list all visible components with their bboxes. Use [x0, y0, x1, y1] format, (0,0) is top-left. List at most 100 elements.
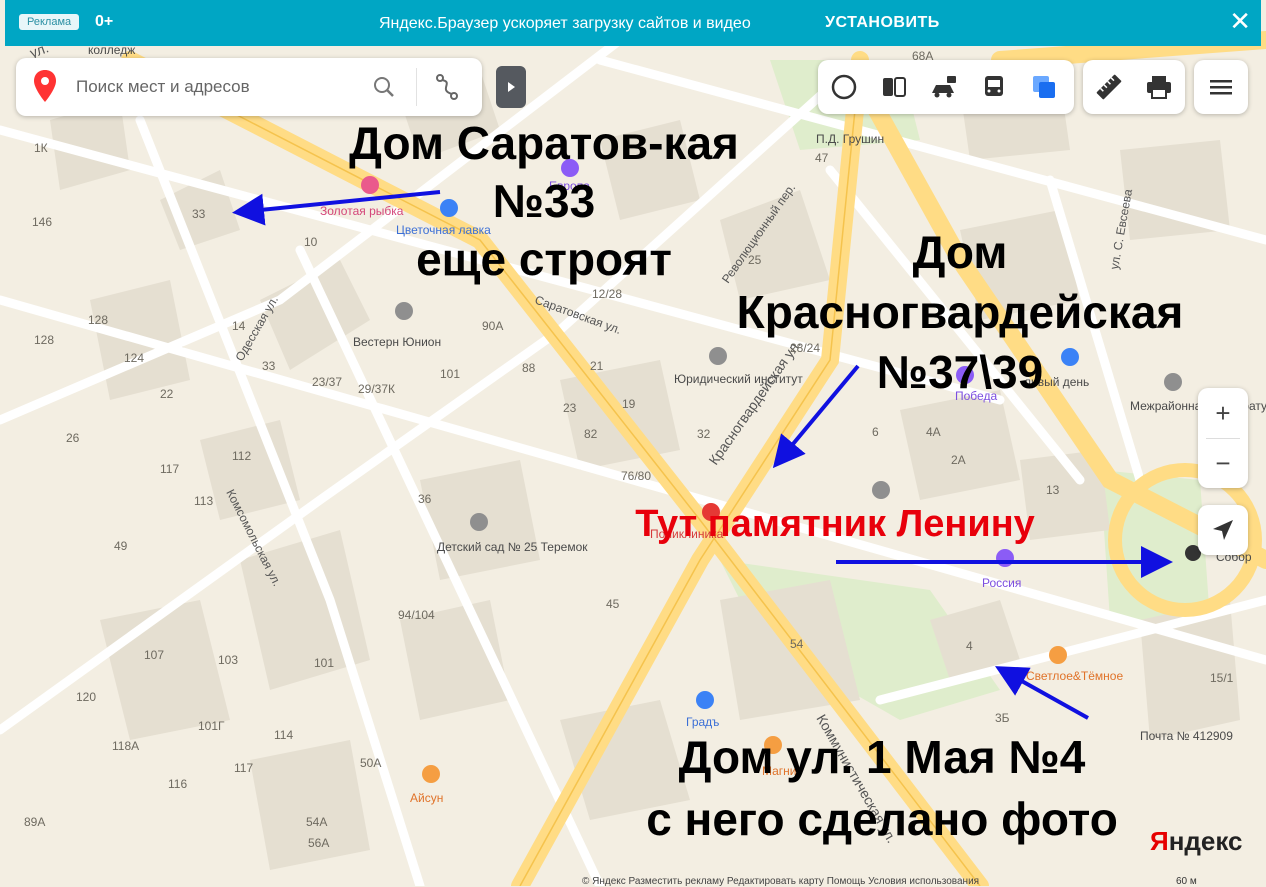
house-number: 49	[114, 539, 128, 553]
house-number: 117	[234, 761, 253, 775]
house-number: 26	[66, 431, 80, 445]
house-number: 128	[88, 313, 108, 327]
house-number: 29/37К	[358, 382, 395, 396]
house-number: 128	[34, 333, 54, 347]
house-number: 21	[590, 359, 604, 373]
poi-label: П.Д. Грушин	[816, 132, 884, 146]
house-number: 2А	[951, 453, 966, 467]
traffic-camera-icon[interactable]	[930, 73, 958, 101]
poi-label: Светлое&Тёмное	[1026, 669, 1123, 683]
annotation-line: №37\39	[876, 346, 1044, 398]
poi-label: Россия	[982, 576, 1021, 590]
annotation-line: Дом	[912, 226, 1008, 278]
annotation-line: Дом Саратов-кая	[349, 117, 739, 169]
scale-bar: 60 м	[1176, 876, 1197, 887]
locate-button[interactable]	[1198, 505, 1248, 555]
transport-icon[interactable]	[880, 73, 908, 101]
yandex-logo[interactable]: Яндекс	[1150, 826, 1243, 857]
house-number: 101Г	[198, 719, 225, 733]
house-number: 116	[168, 777, 187, 791]
search-icon[interactable]	[372, 75, 396, 104]
house-number: 82	[584, 427, 598, 441]
panorama-icon[interactable]	[830, 73, 858, 101]
house-number: 36	[418, 492, 432, 506]
house-number: 14	[232, 319, 246, 333]
house-number: 12/28	[592, 287, 622, 301]
poi-label: Детский сад № 25 Теремок	[437, 540, 588, 554]
house-number: 23/37	[312, 375, 342, 389]
house-number: 90А	[482, 319, 503, 333]
house-number: 15/1	[1210, 671, 1234, 685]
house-number: 50А	[360, 756, 381, 770]
house-number: 47	[815, 151, 829, 165]
annotation-line: с него сделано фото	[646, 793, 1118, 845]
poi-marker[interactable]	[422, 765, 440, 783]
poi-marker[interactable]	[395, 302, 413, 320]
house-number: 1К	[34, 141, 48, 155]
search-input[interactable]: Поиск мест и адресов	[76, 77, 250, 97]
house-number: 103	[218, 653, 238, 667]
separator	[416, 68, 417, 106]
age-rating: 0+	[95, 13, 114, 30]
poi-label: Вестерн Юнион	[353, 335, 441, 349]
poi-marker[interactable]	[872, 481, 890, 499]
map-footer-links[interactable]: © Яндекс Разместить рекламу Редактироват…	[582, 876, 979, 887]
annotation-krasnogvard: Дом Красногвардейская №37\39	[690, 222, 1230, 402]
poi-marker[interactable]	[1049, 646, 1067, 664]
house-number: 54	[790, 637, 804, 651]
annotation-line: Дом ул. 1 Мая №4	[678, 731, 1086, 783]
house-number: 113	[194, 494, 213, 508]
house-number: 56А	[308, 836, 329, 850]
banner-text[interactable]: Яндекс.Браузер ускоряет загрузку сайтов …	[379, 15, 751, 33]
route-icon[interactable]	[434, 73, 460, 106]
print-icon[interactable]	[1145, 73, 1173, 101]
house-number: 22	[160, 387, 174, 401]
house-number: 120	[76, 690, 96, 704]
house-number: 3Б	[995, 711, 1010, 725]
house-number: 19	[622, 397, 636, 411]
house-number: 89А	[24, 815, 45, 829]
ad-tag: Реклама	[19, 14, 80, 30]
house-number: 146	[32, 215, 52, 229]
poi-marker[interactable]	[996, 549, 1014, 567]
zoom-out-button[interactable]: −	[1198, 438, 1248, 488]
ruler-icon[interactable]	[1095, 73, 1123, 101]
menu-button[interactable]	[1194, 60, 1248, 114]
house-number: 107	[144, 648, 164, 662]
ad-banner[interactable]: Реклама 0+ Яндекс.Браузер ускоряет загру…	[5, 0, 1261, 46]
house-number: 13	[1046, 483, 1060, 497]
annotation-line: Красногвардейская	[736, 286, 1184, 338]
house-number: 76/80	[621, 469, 651, 483]
house-number: 33	[262, 359, 276, 373]
house-number: 101	[440, 367, 460, 381]
annotation-may: Дом ул. 1 Мая №4 с него сделано фото	[610, 726, 1154, 850]
poi-marker[interactable]	[696, 691, 714, 709]
collapse-panel-icon[interactable]	[496, 66, 526, 108]
poi-label: Айсун	[410, 791, 443, 805]
install-button[interactable]: УСТАНОВИТЬ	[825, 14, 940, 32]
house-number: 101	[314, 656, 334, 670]
search-panel: Поиск мест и адресов	[16, 58, 482, 116]
layers-toolbar	[818, 60, 1074, 114]
layers-icon[interactable]	[1030, 73, 1058, 101]
house-number: 10	[304, 235, 318, 249]
locate-arrow-icon	[1209, 516, 1237, 544]
zoom-control: + −	[1198, 388, 1248, 488]
house-number: 124	[124, 351, 144, 365]
poi-marker[interactable]	[470, 513, 488, 531]
bus-icon[interactable]	[980, 73, 1008, 101]
house-number: 112	[232, 449, 251, 463]
house-number: 118А	[112, 739, 139, 753]
house-number: 4А	[926, 425, 941, 439]
house-number: 32	[697, 427, 711, 441]
tools-toolbar	[1083, 60, 1185, 114]
house-number: 4	[966, 639, 973, 653]
hamburger-icon[interactable]	[1207, 73, 1235, 101]
house-number: 45	[606, 597, 620, 611]
annotation-lenin: Тут памятник Ленину	[635, 503, 1035, 545]
house-number: 94/104	[398, 608, 435, 622]
house-number: 117	[160, 462, 179, 476]
close-icon[interactable]: ✕	[1229, 6, 1251, 36]
house-number: 23	[563, 401, 577, 415]
house-number: 54А	[306, 815, 327, 829]
